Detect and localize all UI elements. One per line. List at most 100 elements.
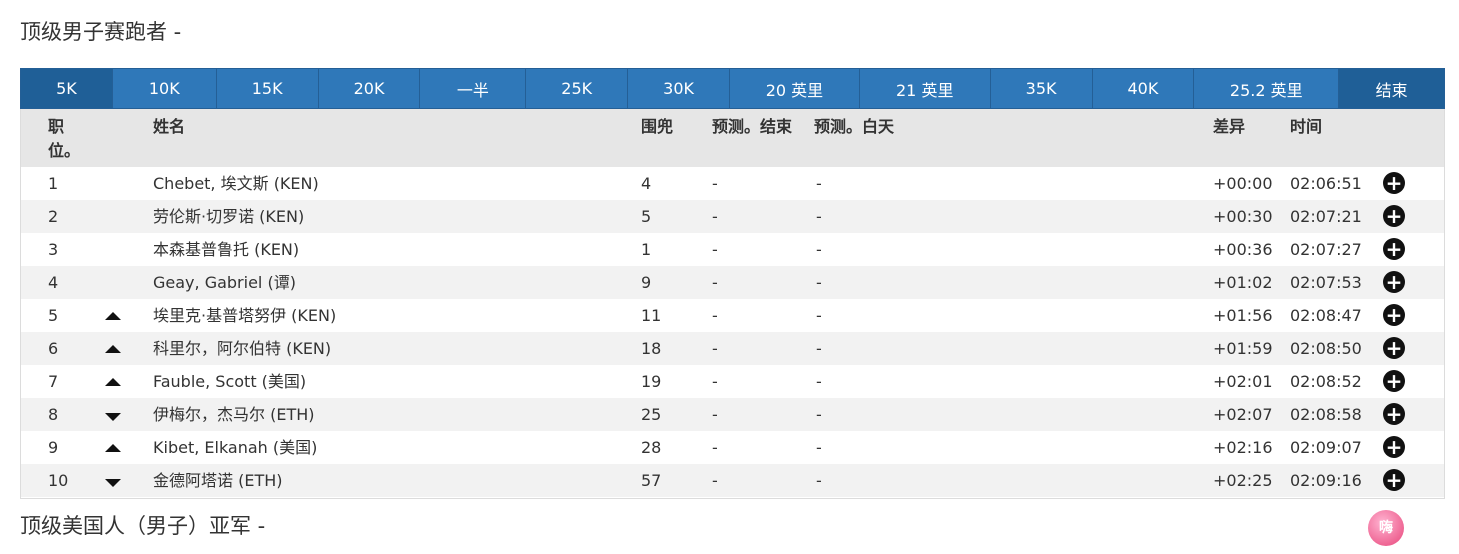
section-title-top-american-men: 顶级美国人（男子）亚军 - (20, 514, 266, 538)
cell-name[interactable]: 金德阿塔诺 (ETH) (153, 464, 283, 497)
expand-row-plus-icon[interactable]: + (1383, 370, 1405, 392)
tab-30K[interactable]: 30K (628, 69, 731, 108)
rank-up-icon (105, 312, 121, 320)
cell-bib: 1 (641, 240, 652, 259)
rank-down-icon (105, 479, 121, 487)
table-row: 4 Geay, Gabriel (谭) 9 - - +01:02 02:07:53 + (21, 266, 1444, 299)
cell-name[interactable]: Chebet, 埃文斯 (KEN) (153, 167, 319, 200)
cell-projected-finish: - (712, 372, 718, 391)
cell-bib: 11 (641, 306, 662, 325)
cell-bib: 4 (641, 174, 652, 193)
tab-20-英里[interactable]: 20 英里 (730, 69, 860, 108)
expand-row-plus-icon[interactable]: + (1383, 436, 1405, 458)
cell-position: 4 (48, 273, 59, 292)
tab-5K[interactable]: 5K (21, 69, 113, 108)
tab-20K[interactable]: 20K (319, 69, 421, 108)
tab-15K[interactable]: 15K (217, 69, 319, 108)
cell-projected-day: - (816, 273, 822, 292)
cell-position: 8 (48, 405, 59, 424)
table-header: 职 位。 姓名 围兜 预测。结束 预测。白天 差异 时间 (21, 109, 1444, 167)
cell-name[interactable]: 本森基普鲁托 (KEN) (153, 233, 299, 266)
header-bib: 围兜 (641, 117, 674, 136)
cell-projected-day: - (816, 174, 822, 193)
cell-time: 02:07:21 (1290, 207, 1362, 226)
table-row: 2 劳伦斯·切罗诺 (KEN) 5 - - +00:30 02:07:21 + (21, 200, 1444, 233)
table-row: 3 本森基普鲁托 (KEN) 1 - - +00:36 02:07:27 + (21, 233, 1444, 266)
rank-down-icon (105, 413, 121, 421)
cell-projected-day: - (816, 438, 822, 457)
cell-time: 02:06:51 (1290, 174, 1362, 193)
cell-time: 02:08:58 (1290, 405, 1362, 424)
tab-21-英里[interactable]: 21 英里 (860, 69, 991, 108)
tab-结束[interactable]: 结束 (1339, 69, 1444, 108)
table-body: 1 Chebet, 埃文斯 (KEN) 4 - - +00:00 02:06:51 +2 劳伦斯… (21, 167, 1444, 497)
cell-bib: 28 (641, 438, 662, 457)
cell-diff: +00:30 (1213, 207, 1273, 226)
cell-projected-day: - (816, 306, 822, 325)
cell-projected-finish: - (712, 405, 718, 424)
header-time: 时间 (1290, 117, 1323, 136)
app-logo: 嗨 (1368, 510, 1404, 546)
cell-projected-day: - (816, 240, 822, 259)
expand-row-plus-icon[interactable]: + (1383, 271, 1405, 293)
table-row: 6 科里尔，阿尔伯特 (KEN) 18 - - +01:59 02:08:50 + (21, 332, 1444, 365)
cell-name[interactable]: 埃里克·基普塔努伊 (KEN) (153, 299, 336, 332)
cell-name[interactable]: Kibet, Elkanah (美国) (153, 431, 317, 464)
cell-projected-finish: - (712, 273, 718, 292)
cell-diff: +01:59 (1213, 339, 1273, 358)
header-name: 姓名 (153, 117, 186, 136)
cell-time: 02:08:47 (1290, 306, 1362, 325)
cell-projected-finish: - (712, 306, 718, 325)
tab-一半[interactable]: 一半 (420, 69, 527, 108)
cell-time: 02:08:52 (1290, 372, 1362, 391)
cell-bib: 9 (641, 273, 652, 292)
cell-name[interactable]: 伊梅尔，杰马尔 (ETH) (153, 398, 315, 431)
header-projected-day: 预测。白天 (814, 117, 895, 136)
expand-row-plus-icon[interactable]: + (1383, 304, 1405, 326)
cell-diff: +01:02 (1213, 273, 1273, 292)
rank-up-icon (105, 345, 121, 353)
cell-position: 7 (48, 372, 59, 391)
cell-projected-finish: - (712, 240, 718, 259)
cell-position: 9 (48, 438, 59, 457)
cell-diff: +01:56 (1213, 306, 1273, 325)
expand-row-plus-icon[interactable]: + (1383, 403, 1405, 425)
results-table: 职 位。 姓名 围兜 预测。结束 预测。白天 差异 时间 1 Chebet, 埃文… (20, 109, 1445, 499)
expand-row-plus-icon[interactable]: + (1383, 238, 1405, 260)
cell-projected-day: - (816, 372, 822, 391)
expand-row-plus-icon[interactable]: + (1383, 337, 1405, 359)
cell-projected-finish: - (712, 438, 718, 457)
expand-row-plus-icon[interactable]: + (1383, 469, 1405, 491)
cell-projected-finish: - (712, 339, 718, 358)
tab-35K[interactable]: 35K (991, 69, 1093, 108)
expand-row-plus-icon[interactable]: + (1383, 205, 1405, 227)
cell-position: 5 (48, 306, 59, 325)
header-projected-finish: 预测。结束 (712, 117, 793, 136)
cell-position: 10 (48, 471, 69, 490)
tab-25.2-英里[interactable]: 25.2 英里 (1194, 69, 1340, 108)
cell-diff: +02:25 (1213, 471, 1273, 490)
cell-position: 6 (48, 339, 59, 358)
cell-name[interactable]: Fauble, Scott (美国) (153, 365, 306, 398)
table-row: 9 Kibet, Elkanah (美国) 28 - - +02:16 02:09:07 + (21, 431, 1444, 464)
tab-25K[interactable]: 25K (526, 69, 629, 108)
cell-time: 02:07:27 (1290, 240, 1362, 259)
tab-10K[interactable]: 10K (113, 69, 217, 108)
table-row: 10 金德阿塔诺 (ETH) 57 - - +02:25 02:09:16 + (21, 464, 1444, 497)
rank-up-icon (105, 444, 121, 452)
cell-time: 02:09:16 (1290, 471, 1362, 490)
cell-name[interactable]: 科里尔，阿尔伯特 (KEN) (153, 332, 331, 365)
cell-bib: 25 (641, 405, 662, 424)
cell-diff: +00:36 (1213, 240, 1273, 259)
table-row: 8 伊梅尔，杰马尔 (ETH) 25 - - +02:07 02:08:58 + (21, 398, 1444, 431)
cell-position: 3 (48, 240, 59, 259)
tab-40K[interactable]: 40K (1093, 69, 1195, 108)
expand-row-plus-icon[interactable]: + (1383, 172, 1405, 194)
cell-projected-day: - (816, 207, 822, 226)
cell-projected-day: - (816, 471, 822, 490)
cell-name[interactable]: 劳伦斯·切罗诺 (KEN) (153, 200, 304, 233)
cell-diff: +02:16 (1213, 438, 1273, 457)
cell-name[interactable]: Geay, Gabriel (谭) (153, 266, 296, 299)
cell-projected-finish: - (712, 471, 718, 490)
cell-projected-day: - (816, 405, 822, 424)
